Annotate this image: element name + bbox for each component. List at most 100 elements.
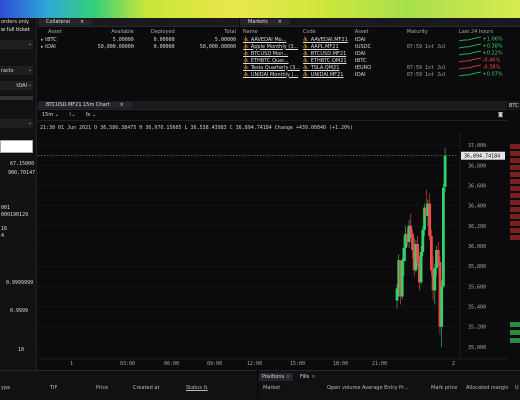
sparkline [458, 36, 481, 42]
asset-select[interactable]: tDAI ⌄ [0, 81, 33, 90]
market-code: ETHBTC.QM21 [310, 57, 347, 64]
col-allocated-margin[interactable]: Allocated margin [466, 385, 509, 391]
order-book-tab[interactable]: BTC [508, 101, 520, 110]
market-code-cell[interactable]: ⛹ ETHBTC.QM21 [300, 57, 352, 64]
market-name-cell[interactable]: ⛹ ETHBTC Quar... [240, 57, 300, 64]
market-name-cell[interactable]: ⛹ Apple Monthly (3... [240, 43, 300, 50]
market-code-cell[interactable]: ⛹ UNIDAI.MF21 [300, 71, 352, 78]
studies-icon[interactable]: fx ⌄ [86, 112, 97, 118]
candle-body [428, 203, 432, 236]
close-icon[interactable]: × [76, 19, 88, 25]
side-select[interactable]: ⌄ [0, 119, 33, 128]
market-maturity: 07:59 1st Jul [406, 64, 447, 71]
camera-icon[interactable]: ◙ [498, 112, 503, 118]
col-avg-entry[interactable]: Average Entry Pr... [362, 385, 408, 391]
table-row[interactable]: ⛹ BTCUSD Mon... ⛹ BTCUSD.MF21 tDAI +0.22% [240, 50, 520, 57]
col-status-label: Status [186, 385, 202, 391]
order-book-panel: BTC [508, 101, 520, 369]
x-tick-label: 15:00 [290, 361, 305, 367]
close-icon[interactable]: × [274, 19, 286, 25]
order-book-ask-bar [510, 179, 520, 184]
market-select[interactable]: ⌄ [0, 40, 33, 49]
chevron-down-icon: ⌄ [54, 112, 60, 118]
sparkline [458, 57, 481, 63]
col-asset[interactable]: Asset [38, 27, 74, 36]
sparkline-cell: +1.06% [456, 36, 520, 43]
contracts-select[interactable]: racts ⌄ [0, 66, 33, 75]
value-6: 0.9999 [10, 308, 29, 314]
market-asset: tDAI [354, 50, 366, 57]
market-name-cell[interactable]: ⛹ BTCUSD Mon... [240, 50, 300, 57]
market-icon: ⛹ [302, 43, 310, 50]
market-name-cell[interactable]: ⛹ UNIDAI Monthly (... [240, 71, 300, 78]
value-7: 10 [18, 347, 25, 353]
candlestick-chart[interactable]: 36,894.74184 37,000 36,800 36,600 36,400 36,… [38, 133, 507, 369]
market-name-cell[interactable]: ⛹ Tesla Quarterly (3... [240, 64, 300, 71]
col-code[interactable]: Code [300, 27, 352, 36]
tab-markets[interactable]: Markets × [240, 19, 290, 25]
col-u[interactable]: U [515, 385, 519, 391]
col-status[interactable]: Status ⇅ [186, 385, 208, 391]
market-name-cell[interactable]: ⛹ AAVEDAI Mo... [240, 36, 300, 43]
col-deployed[interactable]: Deployed [134, 27, 175, 36]
close-icon[interactable]: × [311, 374, 315, 380]
market-code-cell[interactable]: ⛹ AAVEDAI.MF21 [300, 36, 352, 43]
sparkline [458, 71, 481, 77]
col-created-at[interactable]: Created at [133, 385, 159, 391]
tab-chart[interactable]: BTCUSD.MF21 15m Chart × [38, 102, 132, 108]
y-tick-label: 36,200 [468, 224, 486, 230]
tab-collateral[interactable]: Collateral × [38, 19, 93, 25]
asset-cell: tBTC [45, 36, 57, 43]
chart-toolbar: 15m ⌄ ⌇⌄ fx ⌄ ◙ [38, 110, 507, 121]
col-maturity[interactable]: Maturity [404, 27, 456, 36]
tab-positions[interactable]: Positions × [259, 373, 294, 381]
col-mark-price[interactable]: Mark price [431, 385, 457, 391]
table-row[interactable]: ▸ tBTC 5.00000 0.00000 5.00000 [38, 36, 239, 43]
candle-body [429, 235, 433, 271]
market-code-cell[interactable]: ⛹ AAPL.MF21 [300, 43, 352, 50]
divider [0, 96, 33, 100]
col-market[interactable]: Market [263, 385, 280, 391]
interval-select[interactable]: 15m ⌄ [42, 112, 59, 118]
market-asset: tDAI [354, 71, 366, 78]
table-row[interactable]: ⛹ AAVEDAI Mo... ⛹ AAVEDAI.MF21 tDAI +1.06% [240, 36, 520, 43]
market-icon: ⛹ [302, 64, 310, 71]
col-open-volume[interactable]: Open volume [327, 385, 360, 391]
table-row[interactable]: ⛹ ETHBTC Quar... ⛹ ETHBTC.QM21 tBTC -0.46% [240, 57, 520, 64]
table-row[interactable]: ⛹ Apple Monthly (3... ⛹ AAPL.MF21 tUSDC 07:… [240, 43, 520, 50]
col-asset[interactable]: Asset [352, 27, 404, 36]
col-name[interactable]: Name [240, 27, 300, 36]
col-price[interactable]: Price [96, 385, 108, 391]
col-available[interactable]: Available [74, 27, 134, 36]
tab-fills[interactable]: Fills × [297, 373, 319, 381]
size-input[interactable] [0, 140, 33, 153]
x-tick-label: 03:00 [120, 361, 135, 367]
table-row[interactable]: ⛹ Tesla Quarterly (3... ⛹ TSLA.QM21 tEURO 0… [240, 64, 520, 71]
order-book-ask-bar [510, 221, 520, 226]
order-book-ask-bar [510, 193, 520, 198]
col-last-24h[interactable]: Last 24 hours [456, 27, 520, 36]
sparkline-cell: -0.46% [456, 57, 520, 64]
table-row[interactable]: ▸ tDAI 50,000.00000 0.00000 50,000.00000 [38, 43, 239, 50]
col-type[interactable]: ype [1, 385, 10, 391]
order-book-bid-bar [510, 330, 520, 335]
chart-type-icon[interactable]: ⌇⌄ [69, 112, 76, 118]
market-asset: tDAI [354, 36, 366, 43]
market-name: ETHBTC Quar... [250, 57, 289, 64]
available-cell: 5.00000 [112, 36, 134, 43]
market-code-cell[interactable]: ⛹ TSLA.QM21 [300, 64, 352, 71]
order-book-ask-bar [510, 165, 520, 170]
markets-tab-bar: Markets × [240, 18, 520, 27]
market-code-cell[interactable]: ⛹ BTCUSD.MF21 [300, 50, 352, 57]
col-tif[interactable]: TIF [50, 385, 57, 391]
table-row[interactable]: ⛹ UNIDAI Monthly (... ⛹ UNIDAI.MF21 tDAI 07… [240, 71, 520, 78]
change-value: +1.06% [482, 36, 503, 43]
close-icon[interactable]: × [286, 374, 290, 380]
y-tick-label: 36,400 [468, 204, 486, 210]
full-ticket-link[interactable]: w full ticket [1, 27, 30, 33]
y-tick-label: 37,000 [468, 143, 486, 149]
sparkline [458, 50, 481, 56]
col-total[interactable]: Total [175, 27, 239, 36]
order-book-bid-bar [510, 338, 520, 343]
close-icon[interactable]: × [116, 102, 128, 108]
